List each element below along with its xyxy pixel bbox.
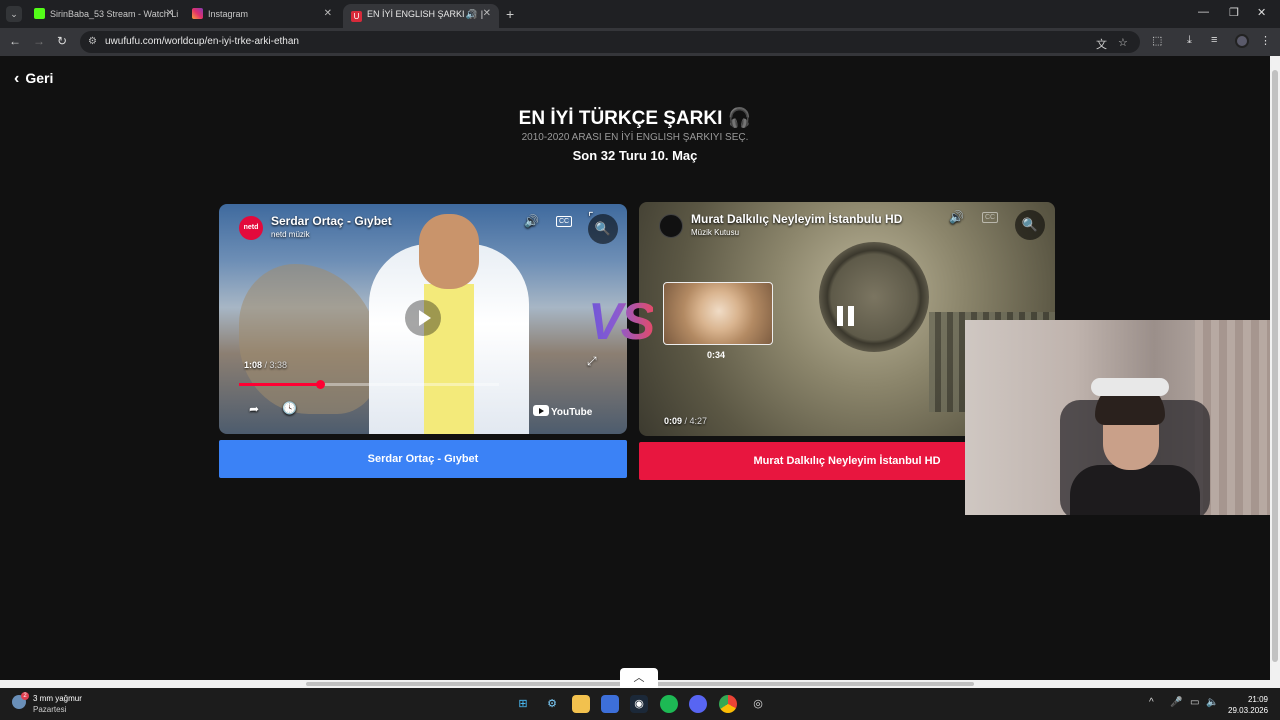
volume-icon[interactable]: 🔊 — [524, 214, 539, 228]
close-tab-icon[interactable]: ✕ — [324, 4, 332, 24]
pause-icon — [837, 306, 843, 326]
chevron-left-icon: ‹ — [14, 70, 20, 87]
choose-left-button[interactable]: Serdar Ortaç - Gıybet — [219, 440, 627, 478]
left-video-player[interactable]: netd Serdar Ortaç - Gıybet netd müzik 🔊 … — [219, 204, 627, 434]
channel-logo[interactable] — [659, 214, 683, 238]
webcam-headset — [1091, 378, 1169, 396]
video-title[interactable]: Murat Dalkılıç Neyleyim İstanbulu HD — [691, 212, 902, 226]
video-title[interactable]: Serdar Ortaç - Gıybet — [271, 214, 392, 228]
media-control-icon[interactable]: ≡ — [1211, 34, 1217, 46]
play-icon — [419, 310, 431, 326]
share-icon[interactable]: ➦ — [249, 402, 259, 416]
browser-tab-bar: ⌄ SirinBaba_53 Stream - Watch Li ✕ Insta… — [0, 0, 1280, 28]
bookmark-star-icon[interactable]: ☆ — [1118, 36, 1128, 49]
chrome-icon[interactable] — [719, 695, 737, 713]
tab-uwufufu[interactable]: U EN İYİ ENGLISH ŞARKI 🎧 | 🔊 ✕ — [343, 4, 499, 28]
watch-later-icon[interactable]: 🕓 — [282, 401, 297, 415]
scrollbar-thumb[interactable] — [1272, 70, 1278, 662]
tab-sirinbaba[interactable]: SirinBaba_53 Stream - Watch Li ✕ — [26, 4, 182, 28]
tab-search-icon[interactable]: ⌄ — [6, 6, 22, 22]
audio-playing-icon[interactable]: 🔊 — [466, 4, 477, 24]
url-text[interactable]: uwufufu.com/worldcup/en-iyi-trke-arki-et… — [105, 36, 299, 47]
zoom-icon[interactable]: 🔍 — [1015, 210, 1045, 240]
channel-logo[interactable]: netd — [239, 216, 263, 240]
youtube-logo[interactable]: YouTube — [533, 405, 592, 418]
browser-toolbar: ← → ↻ ⚙ uwufufu.com/worldcup/en-iyi-trke… — [0, 28, 1280, 56]
minimize-icon[interactable]: — — [1198, 6, 1209, 18]
video-frame-headlight — [819, 242, 929, 352]
notification-badge: 2 — [21, 692, 29, 700]
progress-fill — [239, 383, 320, 386]
restore-icon[interactable]: ❐ — [1229, 6, 1239, 19]
volume-icon[interactable]: 🔊 — [949, 210, 964, 224]
new-tab-icon[interactable]: + — [506, 6, 514, 22]
site-info-icon[interactable]: ⚙ — [88, 36, 97, 47]
downloads-icon[interactable]: ⤓ — [1187, 34, 1192, 47]
weather-widget[interactable]: 2 3 mm yağmur Pazartesi — [12, 692, 82, 715]
chevron-up-icon[interactable]: ︿ — [620, 668, 658, 688]
page-title: EN İYİ TÜRKÇE ŞARKI 🎧 — [518, 108, 752, 129]
address-bar[interactable]: ⚙ uwufufu.com/worldcup/en-iyi-trke-arki-… — [80, 31, 1140, 53]
extensions-icon[interactable]: ⬚ — [1152, 34, 1162, 47]
scrub-preview-thumbnail — [663, 282, 773, 345]
uwufufu-icon: U — [351, 11, 362, 22]
progress-bar[interactable] — [239, 380, 499, 389]
scrub-preview-time: 0:34 — [707, 350, 726, 360]
webcam-person-body — [1070, 465, 1200, 515]
more-menu-icon[interactable]: ⋮ — [1260, 34, 1271, 47]
round-label: Son 32 Turu 10. Maç — [572, 148, 698, 163]
close-tab-icon[interactable]: ✕ — [483, 4, 491, 24]
network-icon[interactable]: ▭ — [1190, 697, 1199, 708]
spotify-icon[interactable] — [660, 695, 678, 713]
pause-button[interactable] — [837, 306, 857, 330]
reload-icon[interactable]: ↻ — [57, 34, 67, 48]
video-channel[interactable]: Müzik Kutusu — [691, 228, 739, 237]
weather-day: Pazartesi — [33, 705, 67, 714]
obs-icon[interactable]: ◎ — [749, 695, 767, 713]
instagram-icon — [192, 8, 203, 19]
time-display: 1:08 / 3:38 — [244, 360, 288, 370]
expand-icon[interactable]: ⤢ — [587, 354, 597, 369]
system-clock[interactable]: 21:09 29.03.2026 — [1228, 694, 1268, 716]
windows-taskbar: 2 3 mm yağmur Pazartesi ⊞ ⚙ ◉ ◎ ^ 🎤 ▭ 🔈 … — [0, 688, 1280, 720]
play-button[interactable] — [405, 300, 441, 336]
windows-start-icon[interactable]: ⊞ — [514, 695, 532, 713]
close-tab-icon[interactable]: ✕ — [166, 4, 174, 24]
back-button[interactable]: ‹ Geri — [14, 70, 53, 88]
window-close-icon[interactable]: ✕ — [1257, 6, 1266, 19]
kick-icon — [34, 8, 45, 19]
forward-arrow-icon[interactable]: → — [33, 34, 45, 48]
clock-date: 29.03.2026 — [1228, 706, 1269, 715]
clock-time: 21:09 — [1247, 695, 1268, 704]
progress-knob[interactable] — [315, 380, 325, 389]
file-explorer-icon[interactable] — [572, 695, 590, 713]
discord-icon[interactable] — [689, 695, 707, 713]
settings-gear-icon[interactable]: ⚙ — [543, 695, 561, 713]
captions-icon[interactable]: CC — [556, 216, 573, 227]
webcam-overlay — [965, 320, 1280, 515]
video-frame-face — [419, 214, 479, 289]
microphone-icon[interactable]: 🎤 — [1170, 697, 1182, 708]
microsoft-store-icon[interactable] — [601, 695, 619, 713]
profile-avatar[interactable] — [1235, 34, 1249, 48]
tray-chevron-up-icon[interactable]: ^ — [1149, 697, 1154, 708]
page-subtitle: 2010-2020 ARASI EN İYİ ENGLISH ŞARKIYI S… — [521, 132, 749, 143]
vertical-scrollbar[interactable] — [1270, 56, 1280, 680]
vs-label: VS — [588, 293, 655, 351]
pause-icon-bar — [848, 306, 854, 326]
translate-icon[interactable]: 文 — [1096, 36, 1107, 52]
tab-instagram[interactable]: Instagram ✕ — [184, 4, 340, 28]
video-channel[interactable]: netd müzik — [271, 230, 310, 239]
speaker-icon[interactable]: 🔈 — [1206, 697, 1218, 708]
captions-icon[interactable]: CC — [982, 212, 999, 223]
video-frame-statue — [239, 264, 379, 414]
back-arrow-icon[interactable]: ← — [9, 34, 21, 48]
steam-icon[interactable]: ◉ — [630, 695, 648, 713]
time-display: 0:09 / 4:27 — [664, 416, 708, 426]
weather-text: 3 mm yağmur — [33, 694, 82, 703]
zoom-icon[interactable]: 🔍 — [588, 214, 618, 244]
youtube-play-icon — [533, 405, 549, 416]
